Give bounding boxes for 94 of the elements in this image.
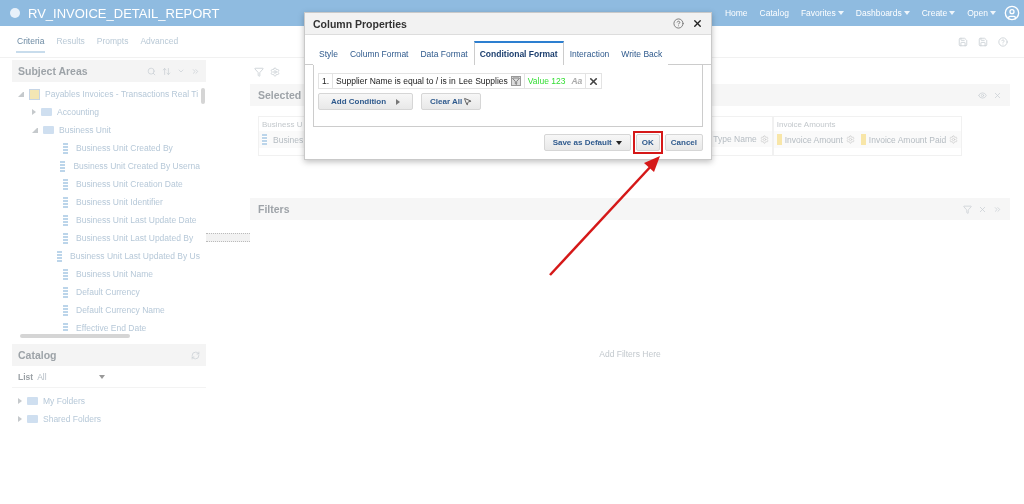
tree-item[interactable]: Accounting	[57, 107, 100, 117]
gear-icon[interactable]	[845, 135, 855, 144]
condition-number: 1.	[322, 76, 330, 86]
column-icon	[57, 250, 63, 262]
measure-icon	[776, 134, 782, 145]
cancel-button[interactable]: Cancel	[664, 134, 703, 151]
list-label: List	[18, 371, 34, 382]
column-icon	[63, 142, 68, 154]
expand-icon[interactable]	[18, 416, 22, 422]
clear-icon[interactable]	[978, 204, 987, 214]
expand-icon[interactable]	[993, 204, 1002, 214]
eye-icon[interactable]	[978, 90, 987, 100]
list-dropdown[interactable]: All	[37, 368, 108, 385]
tree-item[interactable]: Default Currency	[76, 287, 140, 297]
column-icon	[63, 214, 68, 226]
tree-item[interactable]: Business Unit Identifier	[76, 197, 163, 207]
panel-title: Catalog	[18, 349, 57, 361]
clear-all-button[interactable]: Clear All	[421, 93, 482, 110]
column-icon	[262, 134, 267, 145]
tree-item[interactable]: Business Unit Created By Userna	[73, 161, 200, 171]
folder-icon	[43, 126, 54, 134]
tree-item[interactable]: Business Unit Last Update Date	[76, 215, 197, 225]
tab[interactable]: Conditional Format	[473, 41, 564, 65]
folder-icon	[27, 397, 38, 405]
app-logo-icon	[10, 8, 20, 18]
tree-item[interactable]: Shared Folders	[43, 414, 102, 424]
font-sample: Aa	[571, 76, 583, 86]
nav-link[interactable]: Catalog	[759, 8, 789, 18]
subject-area-icon	[29, 88, 40, 100]
section-title: Selected	[258, 89, 302, 101]
collapse-icon[interactable]	[32, 127, 38, 133]
tree-item[interactable]: Business Unit Creation Date	[76, 179, 183, 189]
section-title: Filters	[258, 203, 290, 215]
nav-link[interactable]: Home	[724, 8, 748, 18]
tab[interactable]: Advanced	[139, 30, 180, 53]
report-title: RV_INVOICE_DETAIL_REPORT	[28, 5, 221, 21]
expand-icon[interactable]	[18, 398, 22, 404]
tree-item[interactable]: Business Unit Last Updated By Us	[70, 251, 200, 261]
refresh-icon[interactable]	[191, 350, 200, 360]
tree-item[interactable]: Payables Invoices - Transactions Real Ti	[45, 89, 199, 99]
filter-icon[interactable]	[510, 76, 521, 86]
format-sample[interactable]: Value 123	[527, 76, 566, 86]
column-icon	[63, 322, 68, 332]
caret-icon[interactable]	[177, 67, 185, 75]
panel-title: Subject Areas	[18, 65, 88, 77]
dialog-title: Column Properties	[313, 17, 408, 30]
tree-item[interactable]: Default Currency Name	[76, 305, 165, 315]
condition-value: Lee Supplies	[458, 76, 508, 86]
save-icon[interactable]	[958, 36, 968, 47]
tree-item[interactable]: Business Unit Created By	[76, 143, 173, 153]
expand-icon[interactable]	[191, 66, 200, 76]
expand-icon[interactable]	[32, 109, 36, 115]
folder-icon	[27, 415, 38, 423]
nav-link[interactable]: Open	[967, 8, 996, 18]
tree-item[interactable]: Business Unit	[59, 125, 111, 135]
ok-button[interactable]: OK	[635, 134, 660, 151]
measure-icon	[860, 134, 866, 145]
column-group-title: Invoice Amounts	[775, 119, 837, 131]
user-avatar-icon[interactable]	[1004, 5, 1020, 21]
tab[interactable]: Prompts	[95, 30, 130, 53]
column-icon	[63, 232, 68, 244]
add-condition-button[interactable]: Add Condition	[318, 93, 414, 110]
tree-item[interactable]: Business Unit Last Updated By	[76, 233, 194, 243]
tree-item[interactable]: My Folders	[43, 396, 86, 406]
column-icon	[63, 196, 68, 208]
sort-icon[interactable]	[162, 66, 171, 76]
save-as-icon[interactable]	[978, 36, 988, 47]
column-icon	[63, 304, 68, 316]
column-chip[interactable]: Invoice Amount	[776, 134, 855, 145]
clear-icon[interactable]	[993, 90, 1002, 100]
column-icon	[60, 160, 66, 172]
folder-icon	[41, 108, 52, 116]
tree-item[interactable]: Effective End Date	[76, 323, 147, 332]
help-icon[interactable]	[673, 18, 684, 29]
splitter-handle[interactable]	[206, 232, 250, 242]
nav-link[interactable]: Create	[921, 8, 956, 18]
column-icon	[63, 286, 68, 298]
nav-link[interactable]: Dashboards	[855, 8, 910, 18]
tree-item[interactable]: Business Unit Name	[76, 269, 153, 279]
search-icon[interactable]	[147, 66, 156, 76]
close-icon[interactable]	[692, 18, 703, 29]
cursor-icon	[463, 97, 473, 106]
filter-icon[interactable]	[254, 67, 264, 77]
gear-icon[interactable]	[759, 134, 769, 144]
collapse-icon[interactable]	[18, 91, 24, 97]
gear-icon[interactable]	[949, 135, 959, 144]
condition-text[interactable]: Supplier Name is equal to / is in	[336, 76, 456, 86]
tab[interactable]: Criteria	[16, 30, 46, 53]
save-as-default-button[interactable]: Save as Default	[543, 134, 631, 151]
column-chip[interactable]: Invoice Amount Paid	[860, 134, 959, 145]
column-icon	[63, 178, 68, 190]
tab[interactable]: Results	[55, 30, 86, 53]
column-icon	[63, 268, 68, 280]
nav-link[interactable]: Favorites	[800, 8, 844, 18]
